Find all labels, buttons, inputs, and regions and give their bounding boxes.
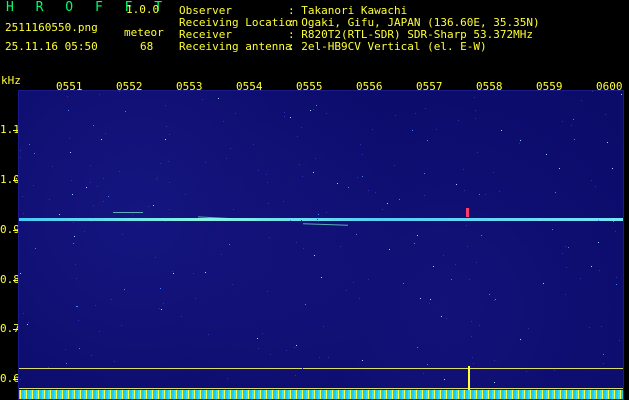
unit-label: kHz	[1, 74, 21, 87]
freq-tick-mark	[13, 180, 18, 181]
antenna-value: : 2el-HB9CV Vertical (el. E-W)	[288, 40, 487, 53]
freq-tick-mark	[13, 130, 18, 131]
file-name: 2511160550.png	[5, 21, 98, 34]
timestamp: 25.11.16 05:50	[5, 40, 98, 53]
freq-tick-mark	[13, 379, 18, 380]
app-version: 1.0.0	[126, 3, 160, 16]
freq-tick-mark	[13, 329, 18, 330]
meteor-count: 68	[140, 40, 154, 53]
spectrogram-frame	[18, 90, 624, 400]
antenna-label: Receiving antenna	[179, 40, 292, 53]
freq-tick-mark	[13, 230, 18, 231]
meteor-label: meteor	[124, 26, 164, 39]
freq-tick-mark	[13, 280, 18, 281]
header-panel: H R O F F T 1.0.0 2511160550.png 25.11.1…	[0, 0, 629, 87]
